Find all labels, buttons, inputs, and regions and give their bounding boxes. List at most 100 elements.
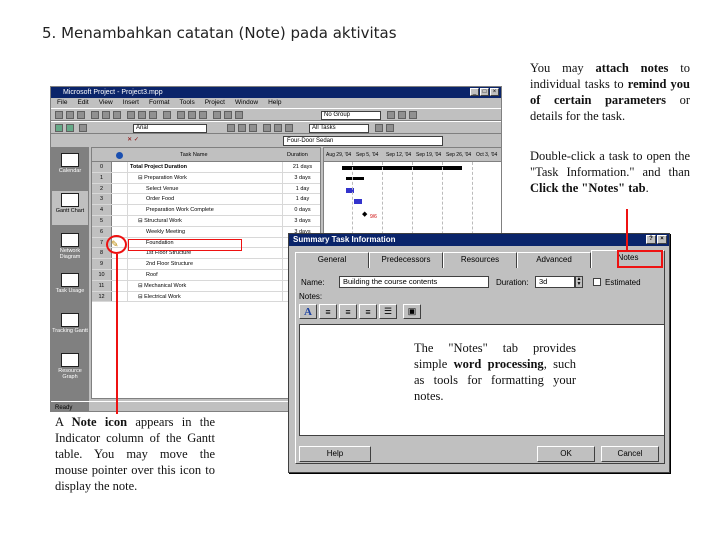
- table-row[interactable]: 11⊟ Mechanical Work3 days: [92, 280, 320, 292]
- dialog-close-icon[interactable]: ×: [657, 235, 667, 244]
- view-network-diagram[interactable]: Network Diagram: [52, 231, 88, 265]
- close-button[interactable]: ×: [490, 88, 499, 96]
- zoom-in-icon[interactable]: [387, 111, 395, 119]
- italic-icon[interactable]: [238, 124, 246, 132]
- link-icon[interactable]: [177, 111, 185, 119]
- group-combo[interactable]: No Group: [321, 111, 381, 120]
- summary-bar-prep[interactable]: [346, 177, 364, 180]
- split-icon[interactable]: [199, 111, 207, 119]
- bold-icon[interactable]: [227, 124, 235, 132]
- text-double-click: Double-click a task to open the "Task In…: [530, 148, 690, 196]
- view-resource-graph[interactable]: Resource Graph: [52, 351, 88, 385]
- copy-icon[interactable]: [138, 111, 146, 119]
- duration-field[interactable]: 3d: [535, 276, 575, 288]
- timescale-label: Sep 26, '04: [446, 152, 472, 158]
- table-row[interactable]: 0 Total Project Duration 21 days: [92, 162, 320, 173]
- paste-icon[interactable]: [149, 111, 157, 119]
- table-row[interactable]: 1 ⊟ Preparation Work 3 days: [92, 172, 322, 184]
- menu-help[interactable]: Help: [268, 98, 281, 108]
- indent-right-icon[interactable]: [66, 124, 74, 132]
- cancel-button[interactable]: Cancel: [601, 446, 659, 462]
- duration-header[interactable]: Duration: [287, 148, 308, 162]
- new-icon[interactable]: [55, 111, 63, 119]
- menu-format[interactable]: Format: [149, 98, 170, 108]
- tab-predecessors[interactable]: Predecessors: [369, 252, 443, 268]
- table-row[interactable]: 3 Order Food 1 day: [92, 194, 320, 206]
- summary-bar[interactable]: [342, 166, 462, 170]
- table-row[interactable]: 92nd Floor Structure3 days: [92, 259, 320, 270]
- menu-tools[interactable]: Tools: [180, 98, 195, 108]
- task-name-header[interactable]: Task Name: [180, 148, 208, 162]
- maximize-button[interactable]: □: [480, 88, 489, 96]
- autofilter-icon[interactable]: [375, 124, 383, 132]
- text-run: Double-click a task to open the "Task In…: [530, 149, 690, 179]
- table-row[interactable]: 12⊟ Electrical Work3 days: [92, 291, 320, 303]
- menu-insert[interactable]: Insert: [123, 98, 139, 108]
- gantt-wizard-icon[interactable]: [386, 124, 394, 132]
- milestone-icon[interactable]: ◆: [362, 210, 367, 218]
- align-left-icon[interactable]: ≡: [319, 304, 337, 319]
- name-field[interactable]: Building the course contents: [339, 276, 489, 288]
- menu-project[interactable]: Project: [205, 98, 225, 108]
- zoom-out-icon[interactable]: [398, 111, 406, 119]
- notes-icon[interactable]: [224, 111, 232, 119]
- help-button[interactable]: Help: [299, 446, 371, 462]
- note-indicator-icon[interactable]: ✎: [111, 239, 119, 250]
- align-left-icon[interactable]: [263, 124, 271, 132]
- bullets-icon[interactable]: ☰: [379, 304, 397, 319]
- cancel-entry-icon[interactable]: ✕ ✓: [121, 136, 145, 145]
- unlink-icon[interactable]: [188, 111, 196, 119]
- menu-file[interactable]: File: [57, 98, 67, 108]
- timescale-header: Aug 29, '04 Sep 5, '04 Sep 12, '04 Sep 19, …: [324, 148, 501, 162]
- table-row[interactable]: 5 ⊟ Structural Work 3 days: [92, 216, 320, 227]
- align-center-icon[interactable]: [274, 124, 282, 132]
- task-bar-food[interactable]: [354, 199, 362, 204]
- show-icon[interactable]: [79, 124, 87, 132]
- print-icon[interactable]: [91, 111, 99, 119]
- task-info-icon[interactable]: [213, 111, 221, 119]
- font-combo[interactable]: Arial: [133, 124, 207, 133]
- goto-task-icon[interactable]: [409, 111, 417, 119]
- align-right-icon[interactable]: ≡: [359, 304, 377, 319]
- tab-resources[interactable]: Resources: [443, 252, 517, 268]
- save-icon[interactable]: [77, 111, 85, 119]
- view-calendar[interactable]: Calendar: [52, 151, 88, 185]
- row-duration: 3 days: [282, 172, 322, 183]
- menu-edit[interactable]: Edit: [77, 98, 88, 108]
- view-tracking-gantt[interactable]: Tracking Gantt: [52, 311, 88, 345]
- entry-field[interactable]: Four-Door Sedan: [283, 136, 443, 146]
- tab-advanced[interactable]: Advanced: [517, 252, 591, 268]
- table-row[interactable]: 4 Preparation Work Complete 0 days: [92, 205, 320, 216]
- align-center-icon[interactable]: ≡: [339, 304, 357, 319]
- table-row[interactable]: 2 Select Venue 1 day: [92, 183, 320, 195]
- table-row[interactable]: 6 Weekly Meeting 3 days: [92, 226, 320, 238]
- text-run: Click the "Notes" tab: [530, 181, 646, 195]
- tab-general[interactable]: General: [295, 252, 369, 268]
- open-icon[interactable]: [66, 111, 74, 119]
- minimize-button[interactable]: _: [470, 88, 479, 96]
- estimated-checkbox[interactable]: [593, 278, 601, 286]
- dialog-help-icon[interactable]: ?: [646, 235, 656, 244]
- view-task-usage[interactable]: Task Usage: [52, 271, 88, 305]
- ok-button[interactable]: OK: [537, 446, 595, 462]
- menu-view[interactable]: View: [99, 98, 113, 108]
- align-right-icon[interactable]: [285, 124, 293, 132]
- spelling-icon[interactable]: [113, 111, 121, 119]
- dialog-tabs: General Predecessors Resources Advanced Note…: [295, 250, 665, 268]
- undo-icon[interactable]: [163, 111, 171, 119]
- duration-spinner[interactable]: ▲ ▼: [575, 276, 583, 288]
- view-gantt-chart[interactable]: Gantt Chart: [52, 191, 88, 225]
- font-format-icon[interactable]: A: [299, 304, 317, 319]
- cut-icon[interactable]: [127, 111, 135, 119]
- table-row[interactable]: 10Roof3 days: [92, 270, 320, 281]
- row-id: 1: [92, 172, 112, 183]
- formatting-toolbar: Arial All Tasks: [51, 121, 501, 134]
- menu-window[interactable]: Window: [235, 98, 258, 108]
- underline-icon[interactable]: [249, 124, 257, 132]
- filter-combo[interactable]: All Tasks: [309, 124, 369, 133]
- insert-object-icon[interactable]: ▣: [403, 304, 421, 319]
- preview-icon[interactable]: [102, 111, 110, 119]
- indent-left-icon[interactable]: [55, 124, 63, 132]
- row-task-name: ⊟ Mechanical Work: [138, 282, 187, 289]
- assign-icon[interactable]: [235, 111, 243, 119]
